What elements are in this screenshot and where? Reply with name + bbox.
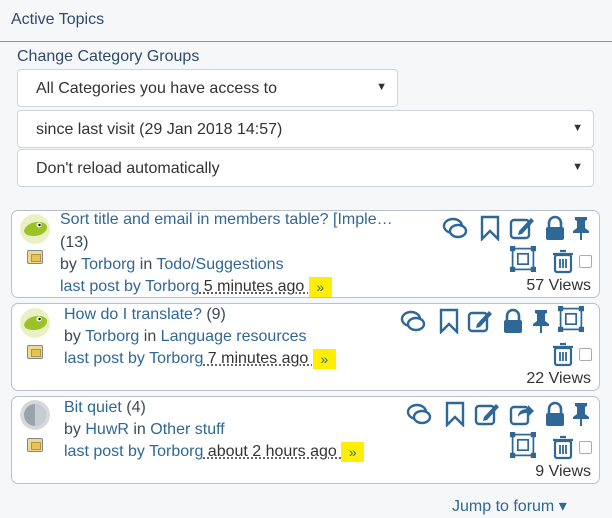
topic-card: Sort title and email in members table? [… xyxy=(11,210,600,298)
topic-title-line: Sort title and email in members table? [… xyxy=(60,211,393,229)
last-post-label[interactable]: last post by xyxy=(60,278,141,295)
reply-icon[interactable] xyxy=(406,401,432,427)
edit-icon[interactable] xyxy=(474,401,500,427)
folder-icon xyxy=(27,250,43,264)
topic-author-line: by Torborg in Todo/Suggestions xyxy=(60,256,284,274)
bookmark-icon[interactable] xyxy=(442,401,468,428)
folder-icon xyxy=(27,438,43,452)
avatar[interactable] xyxy=(20,308,50,338)
topic-card: How do I translate? (9) by Torborg in La… xyxy=(11,303,600,391)
bookmark-icon[interactable] xyxy=(477,215,503,242)
topic-card: Bit quiet (4) by HuwR in Other stuff las… xyxy=(11,396,600,484)
reply-icon[interactable] xyxy=(442,215,468,241)
last-post-time[interactable]: about 2 hours ago xyxy=(203,443,341,460)
pin-icon[interactable] xyxy=(568,215,594,241)
since-select-value: since last visit (29 Jan 2018 14:57) xyxy=(36,121,283,138)
jump-to-forum-link[interactable]: Jump to forum ▾ xyxy=(452,496,567,516)
topic-title-link[interactable]: Sort title and email in members table? [… xyxy=(60,211,393,228)
folder-icon xyxy=(27,345,43,359)
topic-count: (4) xyxy=(126,399,146,416)
delete-icon[interactable] xyxy=(550,434,576,460)
move-icon[interactable] xyxy=(558,306,588,336)
last-post-line: last post by Torborg 5 minutes ago » xyxy=(60,277,332,297)
pin-icon[interactable] xyxy=(528,308,554,334)
jump-to-last-post-icon[interactable]: » xyxy=(308,277,332,297)
category-select-value: All Categories you have access to xyxy=(36,80,278,97)
select-checkbox[interactable] xyxy=(579,348,592,361)
reload-select-value: Don't reload automatically xyxy=(36,160,220,177)
change-category-groups-label: Change Category Groups xyxy=(17,48,200,65)
move-icon[interactable] xyxy=(510,432,540,462)
topic-author-line: by HuwR in Other stuff xyxy=(64,421,225,439)
avatar[interactable] xyxy=(20,214,50,244)
jump-to-last-post-icon[interactable]: » xyxy=(312,349,336,369)
author-link[interactable]: Torborg xyxy=(85,328,139,345)
last-post-line: last post by Torborg about 2 hours ago » xyxy=(64,442,365,462)
last-post-time[interactable]: 7 minutes ago xyxy=(203,350,312,367)
last-author-link[interactable]: Torborg xyxy=(145,278,199,295)
avatar[interactable] xyxy=(20,400,50,430)
topic-title-link[interactable]: How do I translate? xyxy=(64,306,202,323)
since-select[interactable]: since last visit (29 Jan 2018 14:57) ▼ xyxy=(17,110,594,148)
share-icon[interactable] xyxy=(509,401,535,427)
last-post-label[interactable]: last post by xyxy=(64,350,145,367)
category-select[interactable]: All Categories you have access to ▼ xyxy=(17,69,398,107)
by-label: by xyxy=(60,256,77,273)
topic-title-line: How do I translate? (9) xyxy=(64,306,226,324)
views-count: 22 Views xyxy=(526,370,591,387)
reload-select[interactable]: Don't reload automatically ▼ xyxy=(17,149,594,187)
topic-author-line: by Torborg in Language resources xyxy=(64,328,307,346)
delete-icon[interactable] xyxy=(550,248,576,274)
reply-count: (13) xyxy=(60,234,88,252)
by-label: by xyxy=(64,328,81,345)
in-label: in xyxy=(143,328,157,345)
jump-to-last-post-icon[interactable]: » xyxy=(341,442,365,462)
delete-icon[interactable] xyxy=(550,341,576,367)
views-count: 57 Views xyxy=(526,277,591,294)
category-link[interactable]: Todo/Suggestions xyxy=(156,256,283,273)
lock-icon[interactable] xyxy=(542,215,568,241)
lock-icon[interactable] xyxy=(500,308,526,334)
pin-icon[interactable] xyxy=(568,401,594,427)
last-author-link[interactable]: Torborg xyxy=(149,350,203,367)
select-checkbox[interactable] xyxy=(579,441,592,454)
last-post-time[interactable]: 5 minutes ago xyxy=(199,278,308,295)
topic-count: (9) xyxy=(206,306,226,323)
bookmark-icon[interactable] xyxy=(436,308,462,335)
select-checkbox[interactable] xyxy=(579,255,592,268)
topic-title-link[interactable]: Bit quiet xyxy=(64,399,122,416)
category-link[interactable]: Language resources xyxy=(161,328,307,345)
page-title: Active Topics xyxy=(11,11,105,28)
in-label: in xyxy=(139,256,153,273)
last-post-line: last post by Torborg 7 minutes ago » xyxy=(64,349,336,369)
views-count: 9 Views xyxy=(535,463,591,480)
last-author-link[interactable]: Torborg xyxy=(149,443,203,460)
topic-count: (13) xyxy=(60,234,89,251)
chevron-down-icon: ▼ xyxy=(376,81,387,93)
topic-title-line: Bit quiet (4) xyxy=(64,399,146,417)
category-link[interactable]: Other stuff xyxy=(150,421,224,438)
chevron-down-icon: ▼ xyxy=(572,122,583,134)
move-icon[interactable] xyxy=(510,246,540,276)
header: Active Topics xyxy=(0,0,612,42)
edit-icon[interactable] xyxy=(509,215,535,241)
edit-icon[interactable] xyxy=(467,308,493,334)
last-post-label[interactable]: last post by xyxy=(64,443,145,460)
reply-icon[interactable] xyxy=(400,308,426,334)
in-label: in xyxy=(133,421,146,438)
by-label: by xyxy=(64,421,81,438)
lock-icon[interactable] xyxy=(542,401,568,427)
chevron-down-icon: ▼ xyxy=(572,161,583,173)
author-link[interactable]: HuwR xyxy=(85,421,129,438)
author-link[interactable]: Torborg xyxy=(81,256,135,273)
